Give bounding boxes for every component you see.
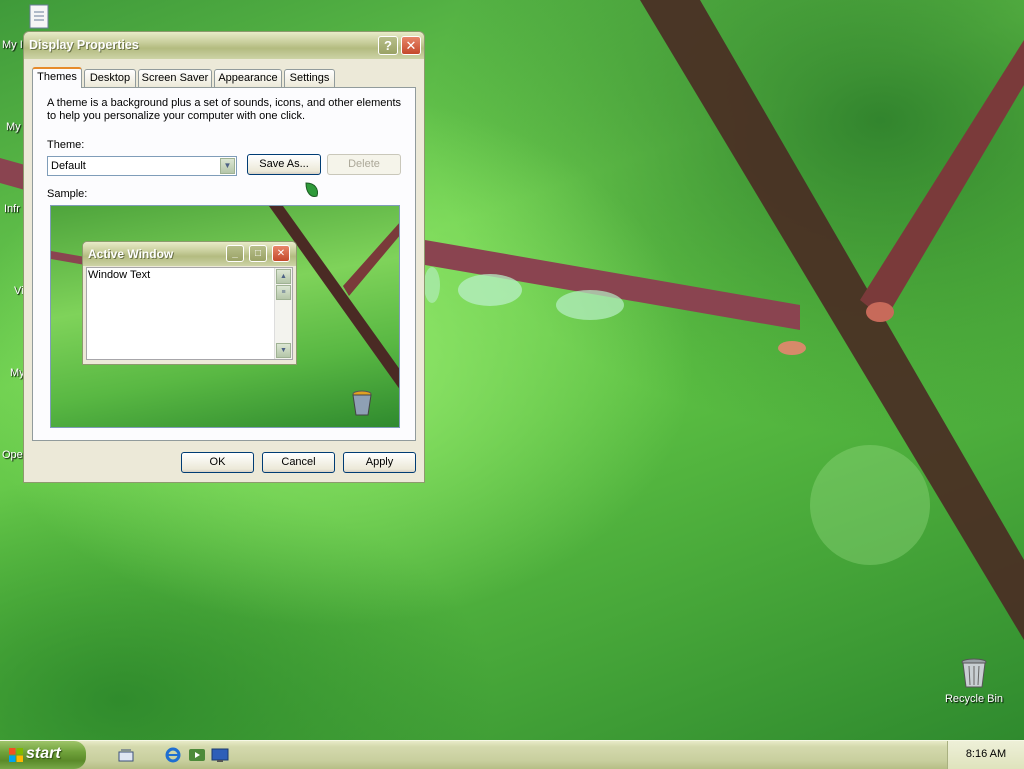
sample-window-title: Active Window <box>88 247 174 261</box>
themes-panel: A theme is a background plus a set of so… <box>32 87 416 441</box>
display-properties-window: Display Properties ? ✕ Themes Desktop Sc… <box>23 31 425 483</box>
window-title: Display Properties <box>29 38 139 52</box>
apply-button[interactable]: Apply <box>343 452 416 473</box>
sample-scrollbar: ▲ ≡ ▼ <box>274 268 292 359</box>
ok-button[interactable]: OK <box>181 452 254 473</box>
recycle-bin-label: Recycle Bin <box>944 693 1004 705</box>
desktop-icon-label-partial[interactable]: Infr <box>4 203 20 215</box>
scroll-thumb: ≡ <box>276 285 291 300</box>
close-icon: ✕ <box>272 245 290 262</box>
desktop-icon-label-partial[interactable]: My I <box>2 39 23 51</box>
windows-logo-icon <box>9 748 23 762</box>
tab-desktop[interactable]: Desktop <box>84 69 136 87</box>
sample-title-bar: Active Window _ □ ✕ <box>83 242 296 266</box>
delete-button[interactable]: Delete <box>327 154 401 175</box>
tab-appearance[interactable]: Appearance <box>214 69 282 87</box>
desktop-icon-label-partial[interactable]: Ope <box>2 449 23 461</box>
theme-value: Default <box>51 160 86 172</box>
scroll-up-icon: ▲ <box>276 269 291 284</box>
system-tray: 8:16 AM <box>947 741 1024 769</box>
internet-explorer-icon[interactable] <box>164 746 182 764</box>
scroll-down-icon: ▼ <box>276 343 291 358</box>
show-desktop-icon[interactable] <box>117 746 135 764</box>
tab-themes[interactable]: Themes <box>32 67 82 88</box>
sample-recycle-bin-icon <box>352 390 372 416</box>
start-label: start <box>26 745 61 762</box>
cancel-button[interactable]: Cancel <box>262 452 335 473</box>
sample-preview: Active Window _ □ ✕ Window Text ▲ ≡ ▼ <box>50 205 400 428</box>
sample-active-window: Active Window _ □ ✕ Window Text ▲ ≡ ▼ <box>82 241 297 365</box>
description-line-1: A theme is a background plus a set of so… <box>47 97 402 109</box>
sample-window-body: Window Text ▲ ≡ ▼ <box>86 267 293 360</box>
maximize-icon: □ <box>249 245 267 262</box>
desktop-icon[interactable] <box>211 746 229 764</box>
minimize-icon: _ <box>226 245 244 262</box>
sample-window-text: Window Text <box>88 269 151 281</box>
sample-label: Sample: <box>47 188 88 200</box>
theme-label: Theme: <box>47 139 85 151</box>
description-line-2: to help you personalize your computer wi… <box>47 110 306 122</box>
close-button[interactable]: ✕ <box>401 36 421 55</box>
help-button[interactable]: ? <box>378 36 398 55</box>
recycle-bin-icon <box>961 658 987 688</box>
recycle-bin-shortcut[interactable]: Recycle Bin <box>939 656 1009 705</box>
theme-dropdown[interactable]: Default ▼ <box>47 156 237 176</box>
save-as-button[interactable]: Save As... <box>247 154 321 175</box>
desktop-icon-label-partial[interactable]: My <box>6 121 21 133</box>
media-player-icon[interactable] <box>188 746 206 764</box>
tab-screen-saver[interactable]: Screen Saver <box>138 69 212 87</box>
start-button[interactable]: start <box>0 741 86 769</box>
taskbar: start 8:16 AM <box>0 740 1024 769</box>
clock[interactable]: 8:16 AM <box>948 748 1024 760</box>
tab-settings[interactable]: Settings <box>284 69 335 87</box>
title-bar[interactable]: Display Properties ? ✕ <box>24 32 424 59</box>
leaf-cursor-icon <box>305 182 318 197</box>
chevron-down-icon[interactable]: ▼ <box>220 158 235 174</box>
